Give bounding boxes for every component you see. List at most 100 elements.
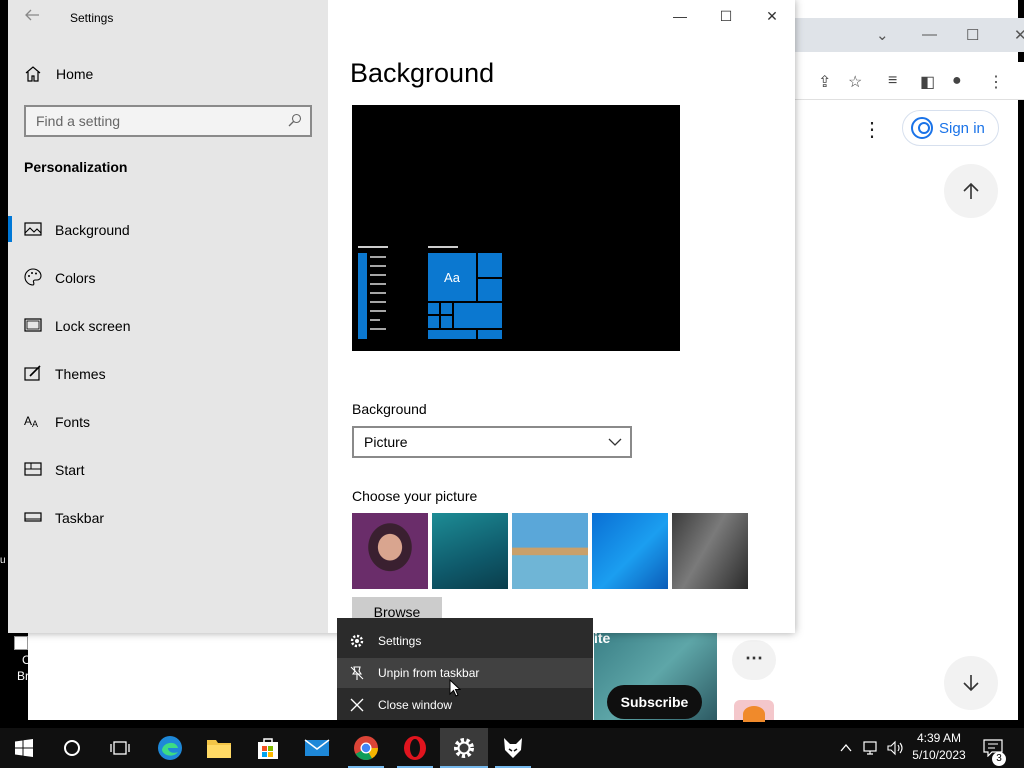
select-value: Picture: [364, 434, 408, 450]
sidebar-item-start[interactable]: Start: [8, 446, 328, 494]
picture-thumbnail-beach[interactable]: [512, 513, 588, 589]
sidebar-item-colors[interactable]: Colors: [8, 254, 328, 302]
profile-icon[interactable]: ●: [952, 72, 962, 90]
picture-thumbnail-portrait[interactable]: [352, 513, 428, 589]
search-input[interactable]: [36, 112, 276, 130]
gear-icon: [454, 738, 474, 758]
chrome-icon: [354, 736, 378, 761]
volume-icon[interactable]: [886, 740, 906, 756]
close-icon[interactable]: ✕: [758, 8, 786, 26]
preview-tile: [454, 303, 502, 328]
preview-tile: [428, 303, 439, 314]
gear-icon: [350, 634, 364, 648]
menu-item-settings[interactable]: Settings: [337, 626, 593, 656]
side-panel-icon[interactable]: ◧: [920, 72, 935, 92]
close-icon[interactable]: ✕: [1014, 26, 1024, 44]
sign-in-label: Sign in: [939, 119, 985, 137]
menu-item-label: Close window: [378, 698, 453, 712]
arrow-down-icon: [963, 675, 979, 692]
taskbar-edge[interactable]: [146, 728, 194, 768]
taskbar-icon: [24, 512, 42, 522]
scroll-down-button[interactable]: [944, 656, 998, 710]
home-label: Home: [56, 66, 94, 82]
sidebar-item-background[interactable]: Background: [8, 206, 328, 254]
picture-thumbnail-windows[interactable]: [592, 513, 668, 589]
taskbar: 4:39 AM 5/10/2023 3: [0, 728, 1024, 768]
bookmark-star-icon[interactable]: ☆: [848, 72, 862, 92]
maximize-icon[interactable]: ☐: [966, 26, 979, 44]
media-control-icon[interactable]: ≡: [888, 72, 897, 90]
sidebar-nav: Background Colors Lock screen Themes AA …: [8, 206, 328, 542]
preview-tile: [478, 279, 502, 301]
home-nav-item[interactable]: Home: [24, 62, 93, 86]
search-button[interactable]: [48, 728, 96, 768]
minimize-icon[interactable]: —: [666, 8, 694, 26]
edge-icon: [158, 736, 182, 760]
system-tray: [836, 728, 906, 768]
sign-in-button[interactable]: Sign in: [902, 110, 999, 146]
preview-line: [358, 246, 388, 248]
subscribe-button[interactable]: Subscribe: [607, 685, 702, 719]
section-heading: Personalization: [24, 159, 128, 175]
folder-icon: [207, 740, 231, 758]
sidebar-item-label: Taskbar: [55, 510, 105, 526]
mail-icon: [304, 739, 330, 756]
minimize-icon[interactable]: —: [922, 26, 937, 43]
taskbar-microsoft-store[interactable]: [244, 728, 292, 768]
svg-text:A: A: [24, 414, 32, 428]
lock-screen-icon: [24, 318, 42, 332]
menu-item-close-window[interactable]: Close window: [337, 690, 593, 720]
back-arrow-icon[interactable]: [24, 8, 44, 26]
preview-tile: Aa: [428, 253, 476, 301]
taskbar-settings[interactable]: [440, 728, 488, 768]
background-type-select[interactable]: Picture: [352, 426, 632, 458]
menu-item-label: Unpin from taskbar: [378, 666, 480, 680]
start-icon: [24, 462, 42, 476]
arrow-up-icon: [963, 182, 979, 199]
cortana-circle-icon: [64, 740, 80, 756]
menu-item-unpin[interactable]: Unpin from taskbar: [337, 658, 593, 688]
windows-logo-icon: [15, 739, 33, 757]
start-button[interactable]: [0, 728, 48, 768]
shortcut-label-1: C: [22, 653, 31, 667]
chevron-down-icon: [608, 438, 622, 446]
task-view-button[interactable]: [96, 728, 144, 768]
taskbar-file-explorer[interactable]: [195, 728, 243, 768]
more-actions-button[interactable]: ⋯: [732, 640, 776, 680]
channel-avatar[interactable]: [734, 700, 774, 722]
sidebar-item-fonts[interactable]: AA Fonts: [8, 398, 328, 446]
desktop-shortcut[interactable]: C Br: [0, 632, 31, 720]
clock[interactable]: 4:39 AM 5/10/2023: [908, 730, 970, 764]
show-hidden-icons-chevron-icon[interactable]: [838, 740, 854, 756]
menu-item-label: Settings: [378, 634, 422, 648]
taskbar-chrome[interactable]: [342, 728, 390, 768]
close-icon: [350, 698, 364, 712]
sidebar-item-lock-screen[interactable]: Lock screen: [8, 302, 328, 350]
preview-line: [428, 246, 458, 248]
network-icon[interactable]: [862, 740, 880, 756]
maximize-icon[interactable]: ☐: [712, 8, 740, 26]
fox-head-icon: [504, 738, 522, 758]
scroll-up-button[interactable]: [944, 164, 998, 218]
search-icon[interactable]: [288, 113, 302, 127]
clock-date: 5/10/2023: [912, 748, 966, 762]
settings-sidebar: Settings Home Personalization Background…: [8, 0, 328, 633]
picture-thumbnail-underwater[interactable]: [432, 513, 508, 589]
chevron-down-icon[interactable]: ⌄: [876, 26, 889, 44]
mouse-cursor-icon: [449, 679, 461, 697]
opera-icon: [404, 736, 426, 760]
notification-count-badge: 3: [992, 752, 1006, 766]
sidebar-item-label: Fonts: [55, 414, 91, 430]
taskbar-opera[interactable]: [391, 728, 439, 768]
shortcut-icon: [14, 636, 28, 650]
browser-menu-icon[interactable]: ⋮: [988, 72, 1004, 92]
themes-icon: [24, 365, 41, 381]
sidebar-item-themes[interactable]: Themes: [8, 350, 328, 398]
sidebar-item-taskbar[interactable]: Taskbar: [8, 494, 328, 542]
picture-thumbnail-rock[interactable]: [672, 513, 748, 589]
settings-search-box[interactable]: [24, 105, 312, 137]
taskbar-mail[interactable]: [293, 728, 341, 768]
more-options-icon[interactable]: ⋮: [862, 117, 882, 141]
share-icon[interactable]: ⇪: [818, 72, 831, 92]
taskbar-recorder-app[interactable]: [489, 728, 537, 768]
